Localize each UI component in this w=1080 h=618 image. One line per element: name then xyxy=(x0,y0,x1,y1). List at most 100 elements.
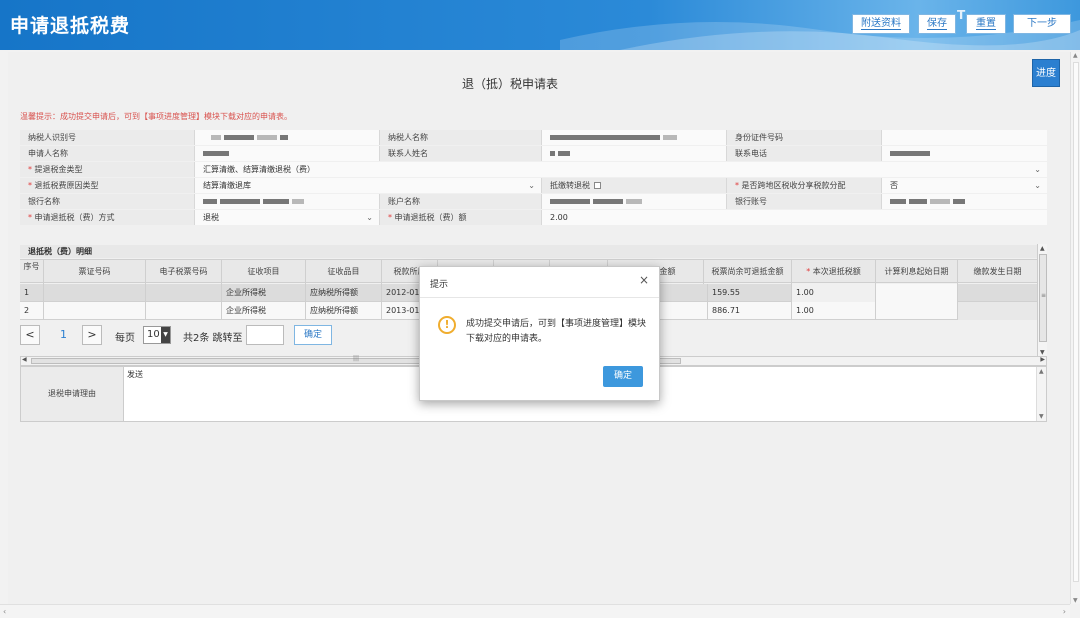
applicant-name-label: 申请人名称 xyxy=(20,146,195,161)
cell-pay-date xyxy=(958,284,1037,302)
cell-etax xyxy=(146,284,222,302)
alert-dialog: 提示 × ! 成功提交申请后，可到【事项进度管理】模块下载对应的申请表。 确定 xyxy=(419,266,660,401)
refund-type-select[interactable]: 汇算清缴、结算清缴退税（费） ⌄ xyxy=(195,162,1047,177)
cell-interest-date xyxy=(876,284,958,302)
page-horizontal-scrollbar[interactable]: ‹ › xyxy=(0,604,1070,618)
cell-pay-date xyxy=(958,302,1037,320)
refund-reason-type-label: * 退抵税费原因类型 xyxy=(20,178,195,193)
header-mark: T xyxy=(957,8,966,22)
cell-item: 企业所得税 xyxy=(222,302,306,320)
form-row: 银行名称 账户名称 银行账号 xyxy=(20,194,1047,209)
col-voucher: 票证号码 xyxy=(44,260,146,284)
taxpayer-name-label: 纳税人名称 xyxy=(380,130,542,145)
scroll-down-icon[interactable]: ▼ xyxy=(1073,597,1078,604)
dialog-divider xyxy=(420,297,659,298)
refund-amount-label: * 申请退抵税（费）额 xyxy=(380,210,542,225)
contact-name-label: 联系人姓名 xyxy=(380,146,542,161)
cell-etax xyxy=(146,302,222,320)
scroll-right-icon[interactable]: ▶ xyxy=(1040,356,1045,363)
scroll-down-icon[interactable]: ▼ xyxy=(1039,413,1044,420)
attach-docs-button[interactable]: 附送资料 xyxy=(852,14,910,34)
scroll-up-icon[interactable]: ▲ xyxy=(1039,368,1044,375)
progress-button[interactable]: 进度 xyxy=(1032,59,1060,87)
scroll-thumb[interactable] xyxy=(1073,62,1079,582)
scroll-up-icon[interactable]: ▲ xyxy=(1073,52,1078,59)
next-page-button[interactable]: > xyxy=(82,325,102,345)
form-row: 申请人名称 联系人姓名 联系电话 xyxy=(20,146,1047,161)
app-header: 申请退抵税费 附送资料 保存 T 重置 下一步 xyxy=(0,0,1080,50)
detail-vertical-scrollbar[interactable]: ▲ ≡ ▼ xyxy=(1037,244,1047,357)
cross-region-select[interactable]: 否 ⌄ xyxy=(882,178,1047,193)
total-text: 共2条 跳转至 xyxy=(183,333,243,344)
refund-method-select[interactable]: 退税 ⌄ xyxy=(195,210,380,225)
taxpayer-id-label: 纳税人识别号 xyxy=(20,130,195,145)
refund-amount-value: 2.00 xyxy=(542,210,1047,225)
dialog-ok-button[interactable]: 确定 xyxy=(603,366,643,387)
cell-remain: 159.55 xyxy=(708,284,792,302)
col-interest-date: 计算利息起始日期 xyxy=(876,260,958,284)
cell-subitem: 应纳税所得额 xyxy=(306,284,382,302)
form-row: * 申请退抵税（费）方式 退税 ⌄ * 申请退抵税（费）额 2.00 xyxy=(20,210,1047,225)
id-number-label: 身份证件号码 xyxy=(727,130,882,145)
per-page-select[interactable]: 10 ▼ xyxy=(143,326,171,344)
chevron-down-icon: ⌄ xyxy=(1034,181,1041,190)
cell-subitem: 应纳税所得额 xyxy=(306,302,382,320)
detail-title: 退抵税（费）明细 xyxy=(20,245,1037,258)
cell-seq: 1 xyxy=(20,284,44,302)
chevron-down-icon: ⌄ xyxy=(366,213,373,222)
col-item: 征收项目 xyxy=(222,260,306,284)
caret-down-icon: ▼ xyxy=(161,327,170,343)
refund-reason-type-select[interactable]: 结算清缴退库 ⌄ xyxy=(195,178,542,193)
contact-phone-value xyxy=(882,146,1047,161)
account-name-value xyxy=(542,194,727,209)
refund-type-label: * 提退税金类型 xyxy=(20,162,195,177)
cell-remain: 886.71 xyxy=(708,302,792,320)
form-row: 纳税人识别号 纳税人名称 身份证件号码 xyxy=(20,130,1047,145)
save-button[interactable]: 保存 xyxy=(918,14,956,34)
refund-method-label: * 申请退抵税（费）方式 xyxy=(20,210,195,225)
cell-item: 企业所得税 xyxy=(222,284,306,302)
contact-name-value xyxy=(542,146,727,161)
contact-phone-label: 联系电话 xyxy=(727,146,882,161)
refund-reason-textarea[interactable]: 发送 xyxy=(127,369,143,380)
scroll-down-icon[interactable]: ▼ xyxy=(1040,349,1045,356)
col-etax: 电子税票号码 xyxy=(146,260,222,284)
col-pay-date: 缴款发生日期 xyxy=(973,267,1022,276)
account-name-label: 账户名称 xyxy=(380,194,542,209)
scroll-up-icon[interactable]: ▲ xyxy=(1040,245,1045,252)
cross-region-label: * 是否跨地区税收分享税款分配 xyxy=(727,178,882,193)
taxpayer-name-value xyxy=(542,130,727,145)
jump-confirm-button[interactable]: 确定 xyxy=(294,325,332,345)
warning-icon: ! xyxy=(438,316,456,334)
cell-current-input[interactable]: 1.00 xyxy=(792,284,876,302)
offset-transfer-checkbox[interactable] xyxy=(594,182,601,189)
scroll-left-icon[interactable]: ◀ xyxy=(22,356,27,363)
cell-seq: 2 xyxy=(20,302,44,320)
prev-page-button[interactable]: < xyxy=(20,325,40,345)
per-page-label: 每页 xyxy=(115,333,135,344)
cell-voucher xyxy=(44,284,146,302)
offset-transfer-field: 抵缴转退税 xyxy=(542,178,727,193)
id-number-value xyxy=(882,130,1047,145)
reason-scrollbar[interactable]: ▲ ▼ xyxy=(1036,367,1046,421)
reset-button[interactable]: 重置 xyxy=(966,14,1006,34)
chevron-down-icon: ⌄ xyxy=(528,181,535,190)
tip-text: 温馨提示：成功提交申请后，可到【事项进度管理】模块下载对应的申请表。 xyxy=(20,112,292,121)
col-seq: 序号 xyxy=(20,260,44,284)
page-vertical-scrollbar[interactable]: ▲ ▼ xyxy=(1070,52,1080,604)
next-step-button[interactable]: 下一步 xyxy=(1013,14,1071,34)
bank-account-label: 银行账号 xyxy=(727,194,882,209)
bank-name-label: 银行名称 xyxy=(20,194,195,209)
current-page[interactable]: 1 xyxy=(60,328,67,341)
cell-voucher xyxy=(44,302,146,320)
col-current: * 本次退抵税额 xyxy=(792,260,876,284)
scroll-right-icon[interactable]: › xyxy=(1063,607,1066,616)
col-remain: 税票尚余可退抵金额 xyxy=(704,260,792,284)
jump-page-input[interactable] xyxy=(246,325,284,345)
cell-current-input[interactable]: 1.00 xyxy=(792,302,876,320)
close-icon[interactable]: × xyxy=(639,273,649,287)
grip-icon: ||| xyxy=(353,355,360,362)
dialog-message: 成功提交申请后，可到【事项进度管理】模块下载对应的申请表。 xyxy=(466,319,647,344)
scroll-left-icon[interactable]: ‹ xyxy=(3,607,6,616)
refund-reason-label: 退税申请理由 xyxy=(21,367,124,421)
